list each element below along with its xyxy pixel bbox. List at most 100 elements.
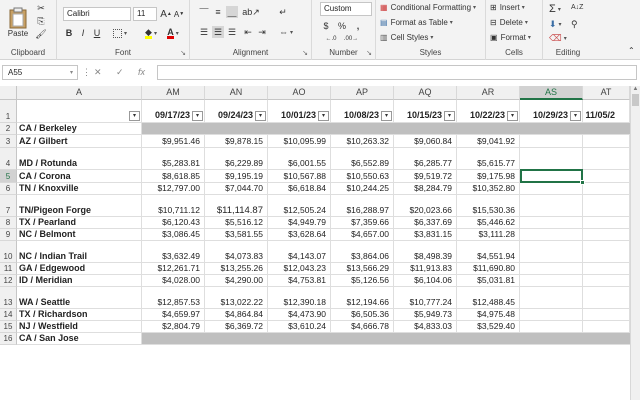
font-dialog-launcher-icon[interactable]: ↘ <box>180 49 186 57</box>
location-cell[interactable]: NC / Indian Trail <box>17 241 142 263</box>
grow-font-button[interactable]: A ▲ <box>160 8 172 20</box>
value-cell[interactable] <box>583 148 630 170</box>
underline-button[interactable]: U <box>91 27 103 39</box>
column-header-at[interactable]: AT <box>583 86 630 100</box>
cancel-icon[interactable]: ✕ <box>94 67 102 78</box>
location-cell[interactable]: CA / Corona <box>17 170 142 183</box>
value-cell[interactable] <box>583 123 630 135</box>
row-header[interactable]: 11 <box>0 263 17 275</box>
value-cell[interactable] <box>520 241 583 263</box>
value-cell[interactable]: $12,488.45 <box>457 287 520 309</box>
number-format-select[interactable]: Custom <box>320 2 372 16</box>
row-header[interactable]: 16 <box>0 333 17 345</box>
value-cell[interactable]: $9,519.72 <box>394 170 457 183</box>
insert-function-icon[interactable]: fx <box>138 67 145 77</box>
value-cell[interactable] <box>331 123 394 135</box>
value-cell[interactable]: $4,666.78 <box>331 321 394 333</box>
value-cell[interactable] <box>268 333 331 345</box>
value-cell[interactable]: $8,498.39 <box>394 241 457 263</box>
value-cell[interactable]: $10,263.32 <box>331 135 394 148</box>
value-cell[interactable] <box>520 183 583 195</box>
value-cell[interactable]: $12,505.24 <box>268 195 331 217</box>
value-cell[interactable] <box>142 333 205 345</box>
value-cell[interactable] <box>268 123 331 135</box>
number-dialog-launcher-icon[interactable]: ↘ <box>366 49 372 57</box>
value-cell[interactable]: $10,352.80 <box>457 183 520 195</box>
merge-center-button[interactable]: ⇔ ▾ <box>276 26 296 38</box>
value-cell[interactable]: $6,104.06 <box>394 275 457 287</box>
scroll-up-icon[interactable]: ▲ <box>631 86 640 92</box>
insert-button[interactable]: ⊞ Insert ▾ <box>490 3 525 12</box>
row-header[interactable]: 2 <box>0 123 17 135</box>
value-cell[interactable] <box>583 217 630 229</box>
value-cell[interactable]: $10,244.25 <box>331 183 394 195</box>
value-cell[interactable]: $9,951.46 <box>142 135 205 148</box>
value-cell[interactable]: $9,041.92 <box>457 135 520 148</box>
value-cell[interactable]: $5,949.73 <box>394 309 457 321</box>
location-cell[interactable]: CA / Berkeley <box>17 123 142 135</box>
value-cell[interactable] <box>520 217 583 229</box>
value-cell[interactable]: $20,023.66 <box>394 195 457 217</box>
value-cell[interactable]: $3,864.06 <box>331 241 394 263</box>
value-cell[interactable]: $6,505.36 <box>331 309 394 321</box>
value-cell[interactable]: $9,175.98 <box>457 170 520 183</box>
value-cell[interactable]: $5,031.81 <box>457 275 520 287</box>
value-cell[interactable]: $4,657.00 <box>331 229 394 241</box>
filter-dropdown-icon[interactable]: ▾ <box>507 111 518 121</box>
row-header[interactable]: 10 <box>0 241 17 263</box>
location-cell[interactable]: TN/Pigeon Forge <box>17 195 142 217</box>
collapse-ribbon-button[interactable]: ⌃ <box>628 46 635 55</box>
row-header[interactable]: 8 <box>0 217 17 229</box>
value-cell[interactable] <box>583 229 630 241</box>
value-cell[interactable]: $13,566.29 <box>331 263 394 275</box>
row-header[interactable]: 14 <box>0 309 17 321</box>
value-cell[interactable]: $6,120.43 <box>142 217 205 229</box>
alignment-dialog-launcher-icon[interactable]: ↘ <box>302 49 308 57</box>
value-cell[interactable]: $10,095.99 <box>268 135 331 148</box>
format-painter-button[interactable]: 🖌 <box>34 28 48 40</box>
location-cell[interactable]: TX / Pearland <box>17 217 142 229</box>
header-date-cell[interactable]: 09/24/23 ▾ <box>205 100 268 123</box>
value-cell[interactable]: $2,804.79 <box>142 321 205 333</box>
column-header-ap[interactable]: AP <box>331 86 394 100</box>
value-cell[interactable]: $3,831.15 <box>394 229 457 241</box>
value-cell[interactable]: $6,285.77 <box>394 148 457 170</box>
cell-styles-button[interactable]: ▥ Cell Styles ▾ <box>380 33 433 42</box>
fill-color-button[interactable]: ◆ ▾ <box>141 27 161 39</box>
value-cell[interactable] <box>583 183 630 195</box>
header-date-cell[interactable]: 11/05/2 <box>583 100 630 123</box>
namebox-dropdown-icon[interactable]: ▾ <box>70 69 73 76</box>
value-cell[interactable] <box>142 123 205 135</box>
value-cell[interactable] <box>583 170 630 183</box>
value-cell[interactable]: $5,516.12 <box>205 217 268 229</box>
value-cell[interactable]: $4,975.48 <box>457 309 520 321</box>
value-cell[interactable] <box>205 123 268 135</box>
name-box[interactable]: A55 <box>2 65 78 80</box>
row-header[interactable]: 1 <box>0 100 17 123</box>
value-cell[interactable] <box>520 321 583 333</box>
vertical-scrollbar[interactable]: ▲ <box>630 86 640 400</box>
autosum-button[interactable]: Σ ▾ <box>549 3 561 15</box>
value-cell[interactable]: $12,390.18 <box>268 287 331 309</box>
value-cell[interactable] <box>520 287 583 309</box>
value-cell[interactable]: $11,913.83 <box>394 263 457 275</box>
value-cell[interactable]: $10,777.24 <box>394 287 457 309</box>
value-cell[interactable]: $4,143.07 <box>268 241 331 263</box>
value-cell[interactable]: $13,255.26 <box>205 263 268 275</box>
row-header[interactable]: 12 <box>0 275 17 287</box>
active-cell-selection[interactable] <box>520 169 583 183</box>
value-cell[interactable]: $8,618.85 <box>142 170 205 183</box>
value-cell[interactable]: $5,446.62 <box>457 217 520 229</box>
value-cell[interactable]: $4,949.79 <box>268 217 331 229</box>
value-cell[interactable] <box>583 263 630 275</box>
header-date-cell[interactable]: 10/22/23 ▾ <box>457 100 520 123</box>
value-cell[interactable]: $9,060.84 <box>394 135 457 148</box>
header-cell-a[interactable]: ▾ <box>17 100 142 123</box>
value-cell[interactable] <box>583 135 630 148</box>
location-cell[interactable]: NJ / Westfield <box>17 321 142 333</box>
paste-button[interactable]: Paste <box>4 2 32 42</box>
value-cell[interactable] <box>583 287 630 309</box>
filter-dropdown-icon[interactable]: ▾ <box>318 111 329 121</box>
value-cell[interactable]: $4,028.00 <box>142 275 205 287</box>
value-cell[interactable]: $13,022.22 <box>205 287 268 309</box>
